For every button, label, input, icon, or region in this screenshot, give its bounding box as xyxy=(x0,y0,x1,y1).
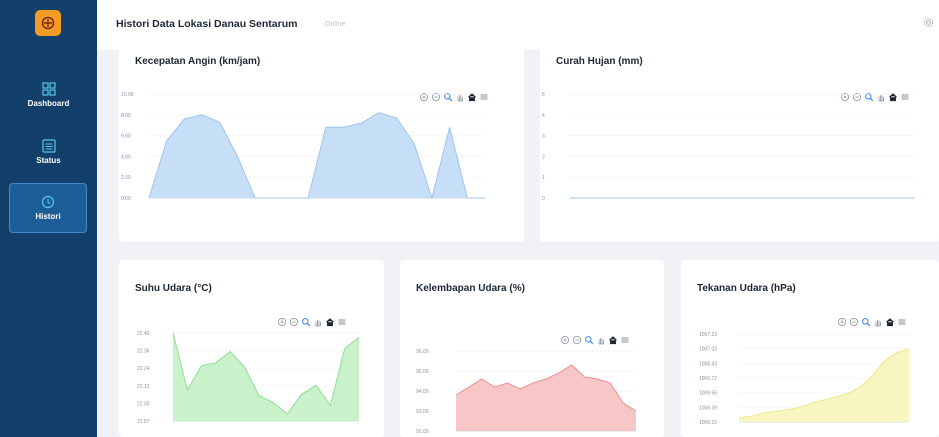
sidebar-item-histori[interactable]: Histori xyxy=(9,183,87,233)
chart-card-wind-speed: Kecepatan Angin (km/jam) 10.00 8.00 6.00 4.… xyxy=(119,46,524,242)
chart-plot: 22.49 22.36 22.24 22.12 22.00 21.87 xyxy=(137,331,360,425)
chart-card-rainfall: Curah Hujan (mm) 543210 xyxy=(540,46,939,242)
chart-plot: 10.00 8.00 6.00 4.00 2.00 0.00 xyxy=(121,92,486,202)
history-icon xyxy=(41,195,55,209)
y-tick-label: 2 xyxy=(542,154,545,160)
chart-card-humidity: Kelembapan Udara (%) 96.00 95.00 94.00 93.0… xyxy=(400,260,664,437)
y-tick-label: 1006.56 xyxy=(699,391,717,397)
y-tick-label: 22.49 xyxy=(137,331,150,337)
y-tick-label: 95.00 xyxy=(416,369,429,375)
y-tick-label: 1007.23 xyxy=(699,332,717,338)
y-tick-label: 1 xyxy=(542,175,545,181)
series-area xyxy=(173,333,359,421)
y-tick-label: 1006.72 xyxy=(699,376,717,382)
y-tick-label: 92.00 xyxy=(416,429,429,435)
sidebar-item-label: Dashboard xyxy=(27,99,70,108)
y-tick-label: 96.00 xyxy=(416,349,429,355)
y-tick-label: 22.00 xyxy=(137,401,150,407)
y-tick-label: 1006.22 xyxy=(699,420,717,426)
y-tick-label: 4 xyxy=(542,113,545,119)
y-tick-label: 4.00 xyxy=(121,154,131,160)
sidebar-item-label: Histori xyxy=(35,212,61,221)
y-tick-label: 2.00 xyxy=(121,175,131,181)
chart-card-air-pressure: Tekanan Udara (hPa) 1007.23 1007.03 1006.8… xyxy=(681,260,939,437)
app-logo[interactable] xyxy=(35,10,61,36)
list-icon xyxy=(41,139,56,153)
y-tick-label: 10.00 xyxy=(121,92,134,98)
chart-plot: 96.00 95.00 94.00 93.00 92.00 xyxy=(416,349,637,435)
y-tick-label: 1006.83 xyxy=(699,361,717,367)
gear-icon[interactable] xyxy=(923,17,934,28)
series-area xyxy=(739,348,909,422)
y-tick-label: 94.00 xyxy=(416,389,429,395)
series-area xyxy=(149,112,485,198)
y-tick-label: 22.24 xyxy=(137,366,150,372)
y-tick-label: 21.87 xyxy=(137,419,150,425)
sidebar-item-status[interactable]: Status xyxy=(0,127,97,177)
y-tick-label: 0.00 xyxy=(121,196,131,202)
chart-card-air-temperature: Suhu Udara (°C) 22.49 22.36 22.24 22.12 22.0… xyxy=(119,260,384,437)
status-text: Online xyxy=(325,21,346,28)
y-tick-label: 3 xyxy=(542,134,545,140)
y-tick-label: 22.36 xyxy=(137,349,150,355)
y-tick-label: 6.00 xyxy=(121,134,131,140)
y-tick-label: 93.00 xyxy=(416,409,429,415)
y-tick-label: 1007.03 xyxy=(699,347,717,353)
y-tick-label: 0 xyxy=(542,196,545,202)
logo-icon xyxy=(41,16,55,30)
sidebar: Dashboard Status Histori xyxy=(0,0,97,437)
y-tick-label: 5 xyxy=(542,92,545,98)
y-tick-label: 8.00 xyxy=(121,113,131,119)
sidebar-item-label: Status xyxy=(36,156,61,165)
series-area xyxy=(456,365,636,431)
grid-icon xyxy=(41,82,56,96)
y-tick-label: 1006.39 xyxy=(699,405,717,411)
chart-plot: 5 4 3 2 1 0 xyxy=(542,92,916,202)
top-header: Histori Data Lokasi Danau Sentarum Onlin… xyxy=(97,0,939,50)
page-title: Histori Data Lokasi Danau Sentarum xyxy=(116,18,298,30)
sidebar-item-dashboard[interactable]: Dashboard xyxy=(0,70,97,120)
chart-plot: 1007.23 1007.03 1006.83 1006.72 1006.56 1006.… xyxy=(699,332,910,426)
y-tick-label: 22.12 xyxy=(137,384,150,390)
